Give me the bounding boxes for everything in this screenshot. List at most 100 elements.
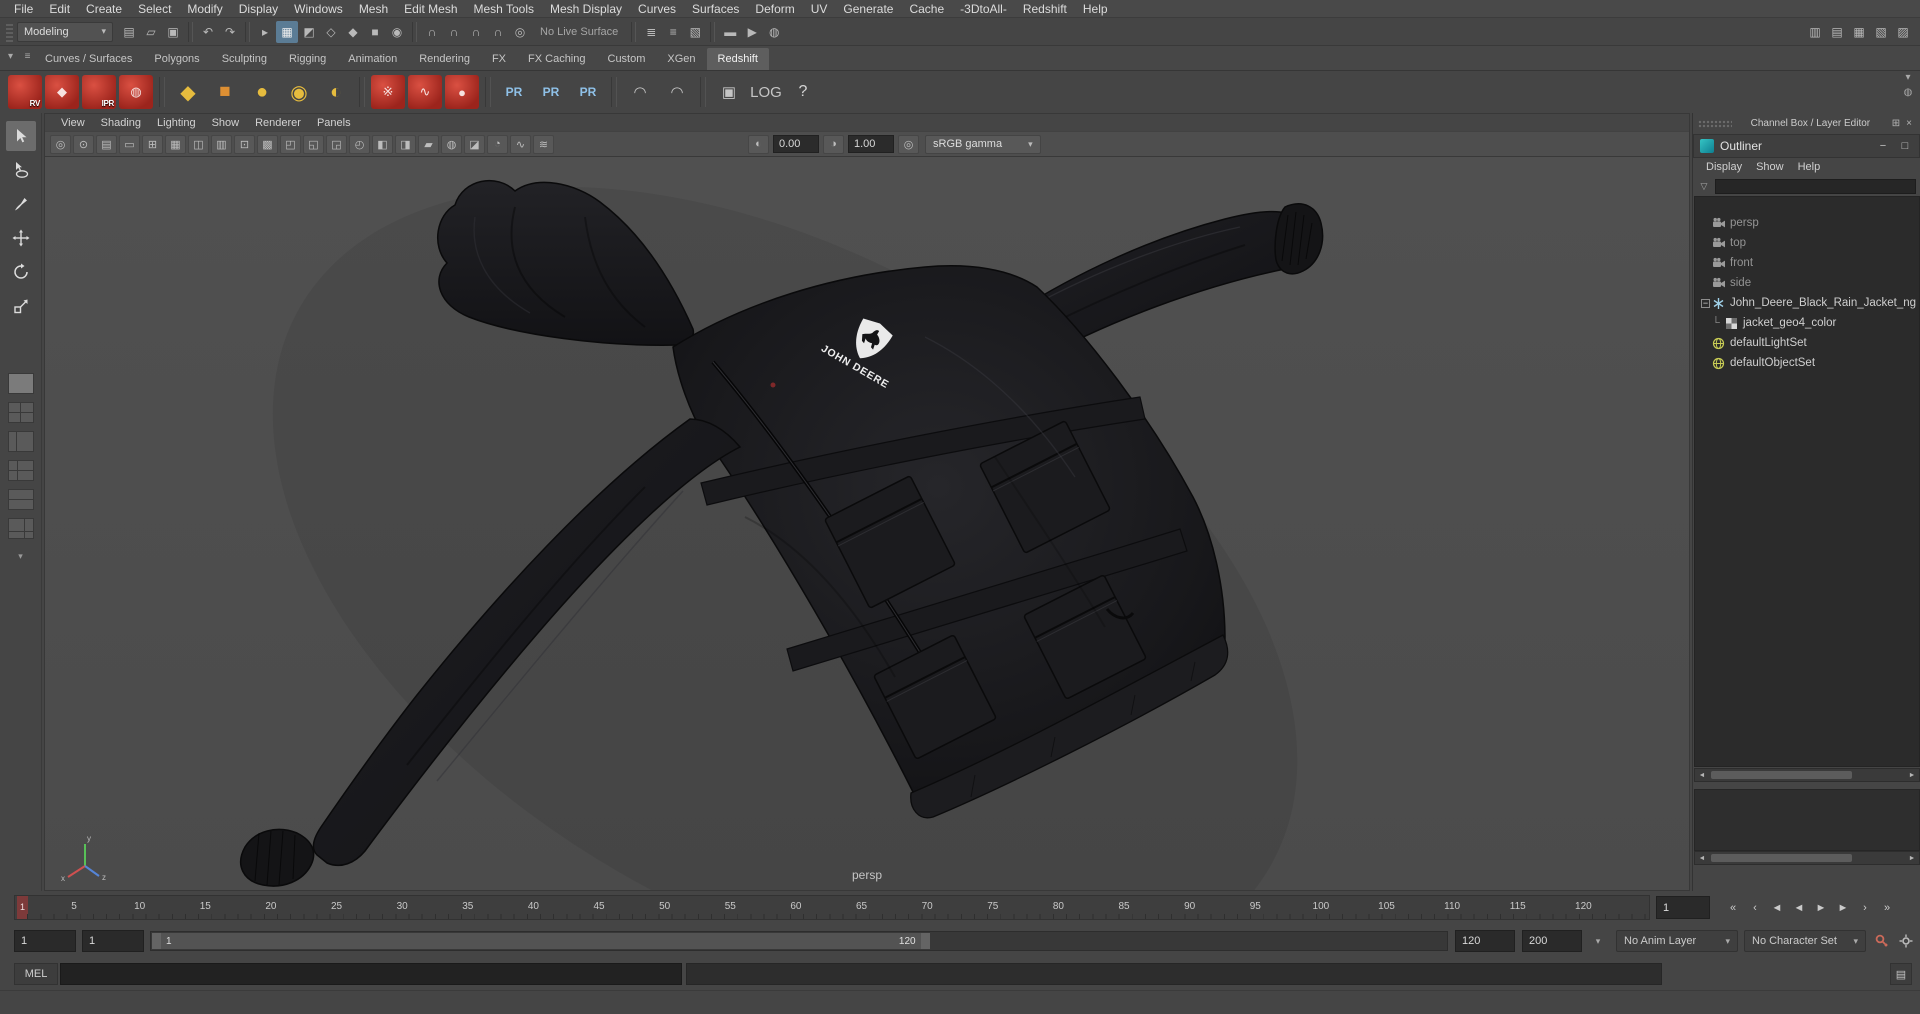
2d-pan-zoom-icon[interactable]: ⊞ <box>142 134 163 154</box>
redshift-ipr-icon[interactable]: IPR <box>82 75 116 109</box>
panel-menu-item[interactable]: Shading <box>93 117 149 129</box>
animation-end-field[interactable]: 200 <box>1522 930 1582 952</box>
menu-item[interactable]: Redshift <box>1015 0 1075 18</box>
go-to-start-button[interactable]: « <box>1722 896 1744 919</box>
layout-custom-button[interactable] <box>7 518 34 539</box>
menu-set-dropdown[interactable]: Modeling ▾ <box>17 21 113 42</box>
scroll-thumb[interactable] <box>1711 854 1853 862</box>
layout-more-icon[interactable]: ▾ <box>18 551 23 562</box>
resolution-gate-icon[interactable]: ▥ <box>211 134 232 154</box>
redshift-proxy-icon[interactable]: ◆ <box>171 75 205 109</box>
screen-space-ao-icon[interactable]: ◔ <box>487 134 508 154</box>
time-slider[interactable]: 1 5 10 15 20 25 30 35 40 45 50 55 60 65 … <box>14 895 1650 920</box>
scale-tool[interactable] <box>6 291 36 321</box>
move-tool[interactable] <box>6 223 36 253</box>
shelf-options-icon[interactable]: ≡ <box>21 51 34 62</box>
redshift-dome-light-icon[interactable]: ◠ <box>623 75 657 109</box>
tool-settings-toggle-icon[interactable]: ▧ <box>1870 21 1892 43</box>
secondary-hscrollbar[interactable]: ◄ ► <box>1694 851 1920 865</box>
command-language-toggle[interactable]: MEL <box>14 963 58 985</box>
shelf-tab[interactable]: Rigging <box>278 48 337 70</box>
outliner-item[interactable]: persp <box>1695 213 1919 233</box>
character-set-dropdown[interactable]: No Character Set ▾ <box>1744 930 1866 952</box>
redshift-render-icon[interactable]: ◆ <box>45 75 79 109</box>
layout-three-pane-button[interactable] <box>7 460 34 481</box>
scroll-left-icon[interactable]: ◄ <box>1695 855 1709 862</box>
film-gate-icon[interactable]: ◫ <box>188 134 209 154</box>
field-chart-icon[interactable]: ▩ <box>257 134 278 154</box>
redshift-help-icon[interactable]: ? <box>786 75 820 109</box>
expand-toggle-icon[interactable] <box>1699 357 1712 370</box>
snap-grid-icon[interactable]: ∩ <box>421 21 443 43</box>
shadows-icon[interactable]: ◪ <box>464 134 485 154</box>
menu-item[interactable]: Cache <box>901 0 952 18</box>
shelf-tab[interactable]: Sculpting <box>211 48 278 70</box>
redshift-ies-light-icon[interactable]: ◠ <box>660 75 694 109</box>
playback-start-field[interactable]: 1 <box>82 930 144 952</box>
layout-two-pane-button[interactable] <box>7 489 34 510</box>
outliner-item[interactable]: defaultLightSet <box>1695 333 1919 353</box>
menu-item[interactable]: Mesh <box>351 0 396 18</box>
menu-item[interactable]: UV <box>803 0 836 18</box>
play-forwards-button[interactable]: ► <box>1810 896 1832 919</box>
shelf-tab[interactable]: Polygons <box>143 48 210 70</box>
play-backwards-button[interactable]: ◄ <box>1788 896 1810 919</box>
outliner-menu-item[interactable]: Display <box>1699 161 1749 173</box>
rotate-tool[interactable] <box>6 257 36 287</box>
gate-mask-icon[interactable]: ⊡ <box>234 134 255 154</box>
select-component-icon[interactable]: ◩ <box>298 21 320 43</box>
open-scene-icon[interactable]: ▱ <box>140 21 162 43</box>
safe-title-icon[interactable]: ◱ <box>303 134 324 154</box>
outliner-item[interactable]: defaultObjectSet <box>1695 353 1919 373</box>
menu-item[interactable]: Generate <box>835 0 901 18</box>
attribute-editor-toggle-icon[interactable]: ▦ <box>1848 21 1870 43</box>
menu-item[interactable]: Modify <box>179 0 230 18</box>
shelf-gear-icon[interactable]: ◍ <box>1904 87 1913 98</box>
expand-toggle-icon[interactable] <box>1699 257 1712 270</box>
menu-item[interactable]: Select <box>130 0 179 18</box>
auto-keyframe-icon[interactable] <box>1872 931 1892 951</box>
script-editor-button[interactable]: ▤ <box>1890 963 1912 985</box>
image-plane-icon[interactable]: ▭ <box>119 134 140 154</box>
channel-box-toggle-icon[interactable]: ▨ <box>1892 21 1914 43</box>
layout-persp-outliner-button[interactable] <box>7 431 34 452</box>
shelf-tab[interactable]: FX <box>481 48 517 70</box>
colorspace-dropdown[interactable]: sRGB gamma ▾ <box>925 134 1041 154</box>
outliner-hscrollbar[interactable]: ◄ ► <box>1694 768 1920 782</box>
anti-aliasing-icon[interactable]: ≋ <box>533 134 554 154</box>
redshift-log-icon[interactable]: LOG <box>749 75 783 109</box>
range-slider-bar[interactable]: 1 120 <box>152 933 930 949</box>
animation-start-field[interactable]: 1 <box>14 930 76 952</box>
select-face-icon[interactable]: ■ <box>364 21 386 43</box>
redshift-proxy-convert-icon[interactable]: PR <box>571 75 605 109</box>
step-forward-frame-button[interactable]: ► <box>1832 896 1854 919</box>
drag-handle[interactable] <box>6 21 13 42</box>
view-transform-icon[interactable]: ◎ <box>898 134 919 154</box>
panel-menu-item[interactable]: View <box>53 117 93 129</box>
gamma-field[interactable]: 1.00 <box>848 135 894 153</box>
menu-item[interactable]: Deform <box>747 0 802 18</box>
select-camera-icon[interactable]: ◎ <box>50 134 71 154</box>
scroll-thumb[interactable] <box>1711 771 1853 779</box>
redshift-proxy-export-icon[interactable]: PR <box>497 75 531 109</box>
exposure-icon[interactable]: ◐ <box>748 134 769 154</box>
menu-item[interactable]: Display <box>231 0 286 18</box>
panel-menu-item[interactable]: Lighting <box>149 117 204 129</box>
animation-preferences-icon[interactable] <box>1896 931 1916 951</box>
expand-toggle-icon[interactable] <box>1699 277 1712 290</box>
range-slider-track[interactable]: 1 120 <box>150 931 1448 951</box>
outliner-item[interactable]: top <box>1695 233 1919 253</box>
select-vertex-icon[interactable]: ◇ <box>320 21 342 43</box>
menu-item[interactable]: Create <box>78 0 130 18</box>
outliner-menu-item[interactable]: Show <box>1749 161 1791 173</box>
modeling-toolkit-toggle-icon[interactable]: ▥ <box>1804 21 1826 43</box>
undo-icon[interactable]: ↶ <box>197 21 219 43</box>
shelf-tab[interactable]: Animation <box>337 48 408 70</box>
drag-handle[interactable] <box>1698 119 1732 128</box>
range-start-handle[interactable] <box>152 933 161 949</box>
step-back-key-button[interactable]: ‹ <box>1744 896 1766 919</box>
step-back-frame-button[interactable]: ◄ <box>1766 896 1788 919</box>
layout-single-pane-button[interactable] <box>7 373 34 394</box>
lock-camera-icon[interactable]: ⊙ <box>73 134 94 154</box>
snap-point-icon[interactable]: ∩ <box>465 21 487 43</box>
